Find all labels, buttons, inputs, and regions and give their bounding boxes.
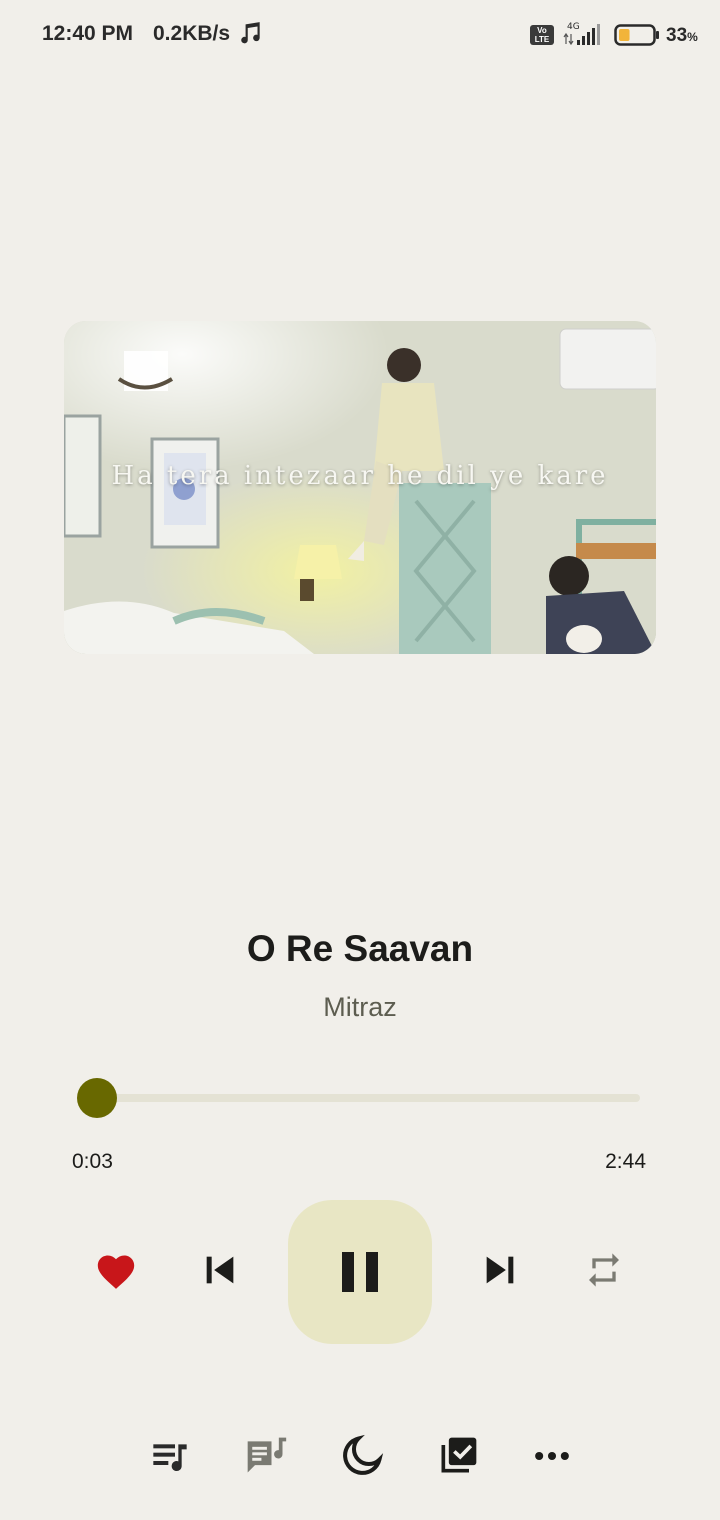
more-horiz-icon [535, 1451, 569, 1461]
total-time: 2:44 [605, 1150, 646, 1173]
save-to-library-button[interactable] [434, 1432, 482, 1480]
album-artwork: Ha tera intezaar he dil ye kare [64, 321, 656, 654]
battery-percent: 33% [666, 25, 698, 46]
battery-icon [614, 24, 659, 46]
play-pause-button[interactable] [288, 1200, 432, 1344]
song-artist[interactable]: Mitraz [0, 992, 720, 1023]
lyrics-button[interactable] [242, 1432, 290, 1480]
signal-icon: 4G [563, 22, 600, 46]
progress-slider[interactable] [96, 1094, 640, 1102]
pause-icon [342, 1252, 378, 1292]
previous-button[interactable] [194, 1244, 246, 1296]
repeat-button[interactable] [578, 1244, 630, 1296]
queue-music-icon [153, 1444, 187, 1472]
song-title: O Re Saavan [246, 928, 474, 969]
status-bar: 12:40 PM 0.2KB/s Vo LTE 4G 33% [0, 0, 720, 70]
sleep-timer-button[interactable] [338, 1432, 386, 1480]
artwork-lyric-text: Ha tera intezaar he dil ye kare [111, 461, 609, 491]
music-note-icon [241, 22, 260, 44]
heart-icon [97, 1255, 135, 1289]
queue-button[interactable] [146, 1432, 194, 1480]
lyrics-icon [247, 1437, 287, 1473]
next-button[interactable] [474, 1244, 526, 1296]
more-options-button[interactable] [528, 1432, 576, 1480]
svg-text:4G: 4G [567, 22, 580, 32]
repeat-icon [589, 1253, 619, 1287]
volte-icon: Vo LTE [530, 25, 554, 45]
skip-next-icon [486, 1256, 514, 1284]
like-button[interactable] [90, 1244, 142, 1296]
progress-thumb[interactable] [77, 1078, 117, 1118]
elapsed-time: 0:03 [72, 1150, 113, 1173]
status-time: 12:40 PM [42, 22, 134, 45]
library-add-check-icon [441, 1437, 477, 1473]
moon-icon [343, 1434, 384, 1475]
status-network-speed: 0.2KB/s [153, 22, 231, 45]
skip-previous-icon [206, 1256, 234, 1284]
